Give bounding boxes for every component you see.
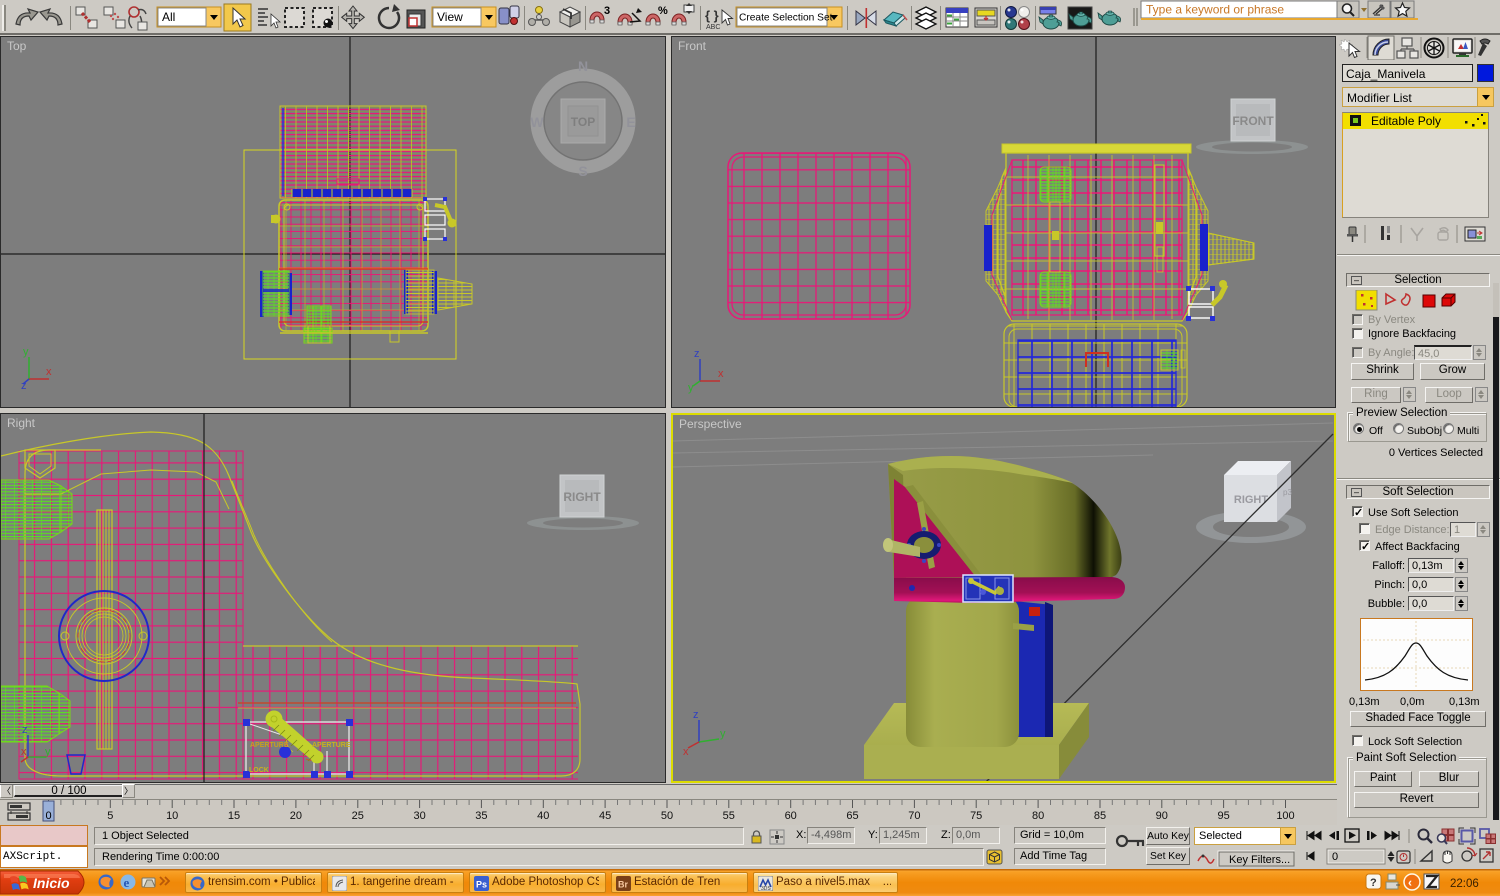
svg-text:z: z <box>22 724 28 736</box>
svg-text:S: S <box>578 163 587 179</box>
svg-text:25: 25 <box>352 810 364 822</box>
svg-text:22:06: 22:06 <box>1450 878 1479 890</box>
svg-text:3: 3 <box>604 5 610 17</box>
svg-text:p3: p3 <box>1283 488 1292 497</box>
svg-text:{ }: { } <box>705 8 719 23</box>
svg-text:x: x <box>683 746 689 758</box>
svg-text:y: y <box>45 746 51 758</box>
svg-text:TOP: TOP <box>571 115 595 129</box>
svg-text:85: 85 <box>1094 810 1106 822</box>
svg-text:75: 75 <box>970 810 982 822</box>
svg-text:?: ? <box>1370 877 1377 889</box>
svg-text:70: 70 <box>908 810 920 822</box>
svg-text:20: 20 <box>290 810 302 822</box>
svg-text:LOCK: LOCK <box>249 767 269 774</box>
svg-text:55: 55 <box>723 810 735 822</box>
svg-text:Br: Br <box>618 880 628 890</box>
svg-text:x: x <box>21 746 27 758</box>
svg-text:z: z <box>693 709 699 721</box>
svg-text:z: z <box>694 348 700 360</box>
svg-text:Top: Top <box>7 39 27 53</box>
svg-text:%: % <box>658 5 668 17</box>
svg-text:APERTURE: APERTURE <box>312 742 351 749</box>
svg-text:90: 90 <box>1156 810 1168 822</box>
svg-text:5: 5 <box>107 810 113 822</box>
svg-text:Perspective: Perspective <box>679 417 742 431</box>
svg-text:3DS: 3DS <box>761 886 771 891</box>
svg-text:95: 95 <box>1217 810 1229 822</box>
svg-text:Key Filters...: Key Filters... <box>1229 854 1290 866</box>
svg-text:FRONT: FRONT <box>1232 114 1274 128</box>
svg-text:60: 60 <box>785 810 797 822</box>
svg-text:80: 80 <box>1032 810 1044 822</box>
svg-text:30: 30 <box>413 810 425 822</box>
svg-text:ABC: ABC <box>706 24 720 31</box>
svg-text:RIGHT: RIGHT <box>563 490 601 504</box>
svg-text:Create Selection Set: Create Selection Set <box>739 13 833 24</box>
svg-text:x: x <box>46 366 52 378</box>
svg-text:y: y <box>688 382 694 394</box>
svg-text:x: x <box>718 368 724 380</box>
svg-text:Front: Front <box>678 39 707 53</box>
svg-text:0: 0 <box>1332 851 1338 863</box>
svg-text:40: 40 <box>537 810 549 822</box>
svg-text:N: N <box>578 58 588 74</box>
svg-text:50: 50 <box>661 810 673 822</box>
svg-text:Right: Right <box>7 416 36 430</box>
svg-text:y: y <box>23 346 29 358</box>
svg-text:Type a keyword or phrase: Type a keyword or phrase <box>1146 3 1284 17</box>
svg-text:E: E <box>626 114 635 130</box>
svg-text:W: W <box>530 114 544 130</box>
svg-text:z: z <box>21 380 27 392</box>
svg-text:Ps: Ps <box>476 880 487 890</box>
svg-text:35: 35 <box>475 810 487 822</box>
svg-text:100: 100 <box>1276 810 1294 822</box>
svg-text:All: All <box>162 10 175 24</box>
svg-text:‹: ‹ <box>1408 876 1412 890</box>
svg-text:10: 10 <box>166 810 178 822</box>
svg-text:e: e <box>124 875 130 890</box>
svg-text:Inicio: Inicio <box>33 875 70 891</box>
svg-text:View: View <box>437 10 463 24</box>
svg-text:APERTURE: APERTURE <box>250 742 289 749</box>
svg-text:15: 15 <box>228 810 240 822</box>
svg-text:0: 0 <box>45 810 51 822</box>
svg-text:65: 65 <box>846 810 858 822</box>
svg-text:45: 45 <box>599 810 611 822</box>
svg-text:y: y <box>720 728 726 740</box>
